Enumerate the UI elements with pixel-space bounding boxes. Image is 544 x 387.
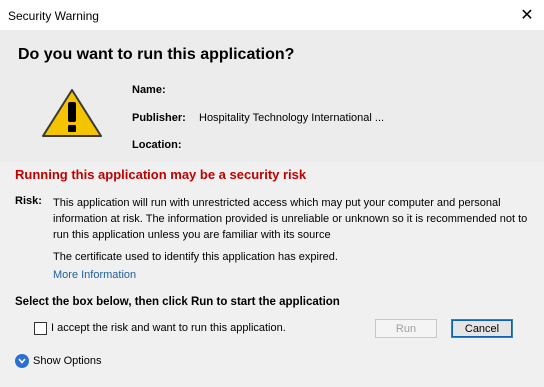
accept-risk-label[interactable]: I accept the risk and want to run this a… (51, 322, 286, 334)
name-label: Name: (132, 84, 166, 96)
location-label: Location: (132, 139, 182, 151)
title-bar: Security Warning ✕ (0, 0, 544, 30)
chevron-down-icon (15, 354, 29, 368)
publisher-label: Publisher: (132, 112, 186, 124)
dialog-question: Do you want to run this application? (18, 46, 295, 63)
window-title: Security Warning (8, 9, 99, 23)
certificate-expired-text: The certificate used to identify this ap… (53, 251, 338, 263)
run-button[interactable]: Run (375, 319, 437, 338)
show-options-label: Show Options (33, 355, 102, 367)
cancel-button[interactable]: Cancel (451, 319, 513, 338)
risk-heading: Running this application may be a securi… (15, 167, 307, 182)
risk-label: Risk: (15, 195, 42, 207)
accept-risk-checkbox[interactable] (34, 322, 47, 335)
more-information-link[interactable]: More Information (53, 269, 136, 281)
security-warning-dialog: Security Warning ✕ Do you want to run th… (0, 0, 544, 387)
close-icon: ✕ (520, 7, 534, 24)
instruction-text: Select the box below, then click Run to … (15, 296, 340, 308)
risk-description: This application will run with unrestric… (53, 197, 528, 241)
show-options-toggle[interactable]: Show Options (15, 354, 101, 368)
warning-triangle-icon (42, 89, 102, 137)
publisher-value: Hospitality Technology International ... (199, 112, 385, 124)
close-button[interactable]: ✕ (510, 0, 544, 30)
